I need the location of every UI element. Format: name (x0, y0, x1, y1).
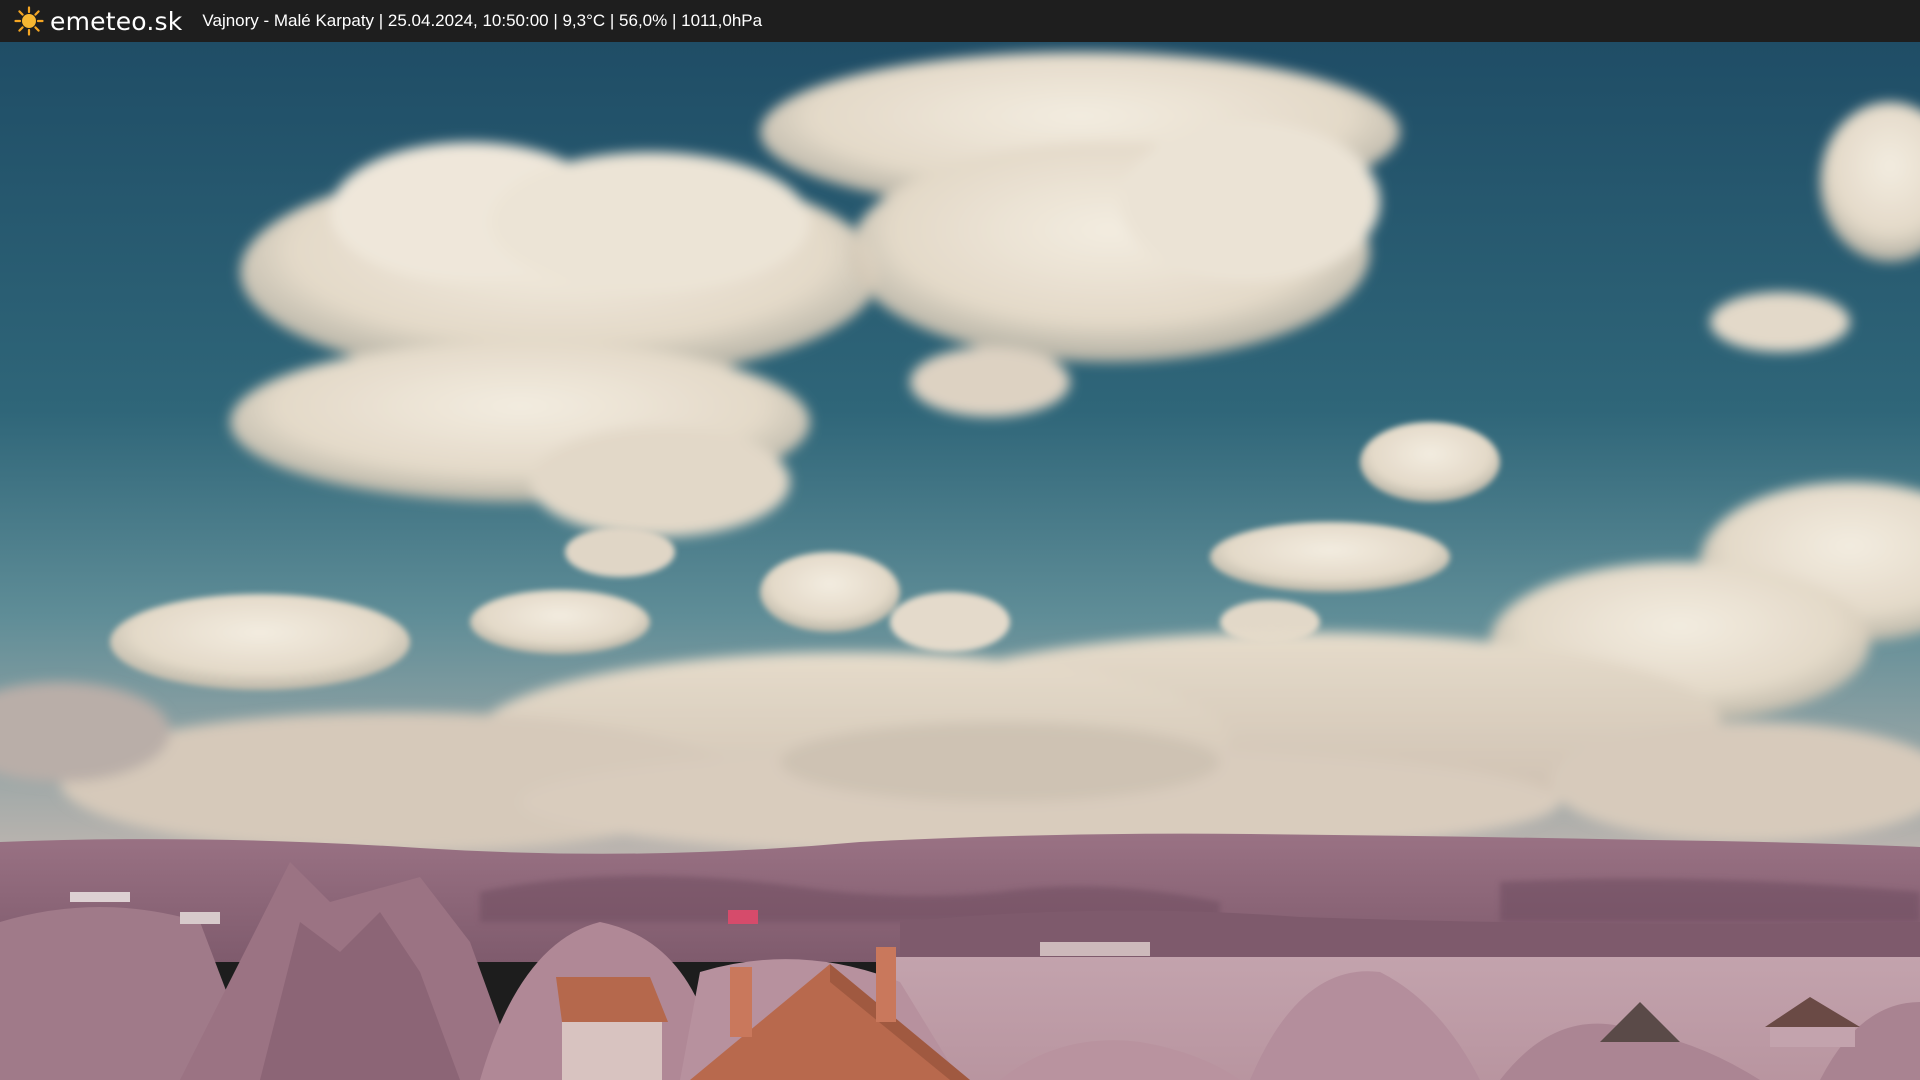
webcam-caption-bar: emeteo.sk Vajnory - Malé Karpaty | 25.04… (0, 0, 1920, 42)
webcam-frame: emeteo.sk Vajnory - Malé Karpaty | 25.04… (0, 0, 1920, 1080)
sun-icon (14, 6, 44, 36)
site-logo-text[interactable]: emeteo.sk (50, 7, 182, 36)
station-readout: Vajnory - Malé Karpaty | 25.04.2024, 10:… (202, 11, 763, 30)
cloud-large-left (230, 142, 880, 537)
camera-image (0, 42, 1920, 1080)
